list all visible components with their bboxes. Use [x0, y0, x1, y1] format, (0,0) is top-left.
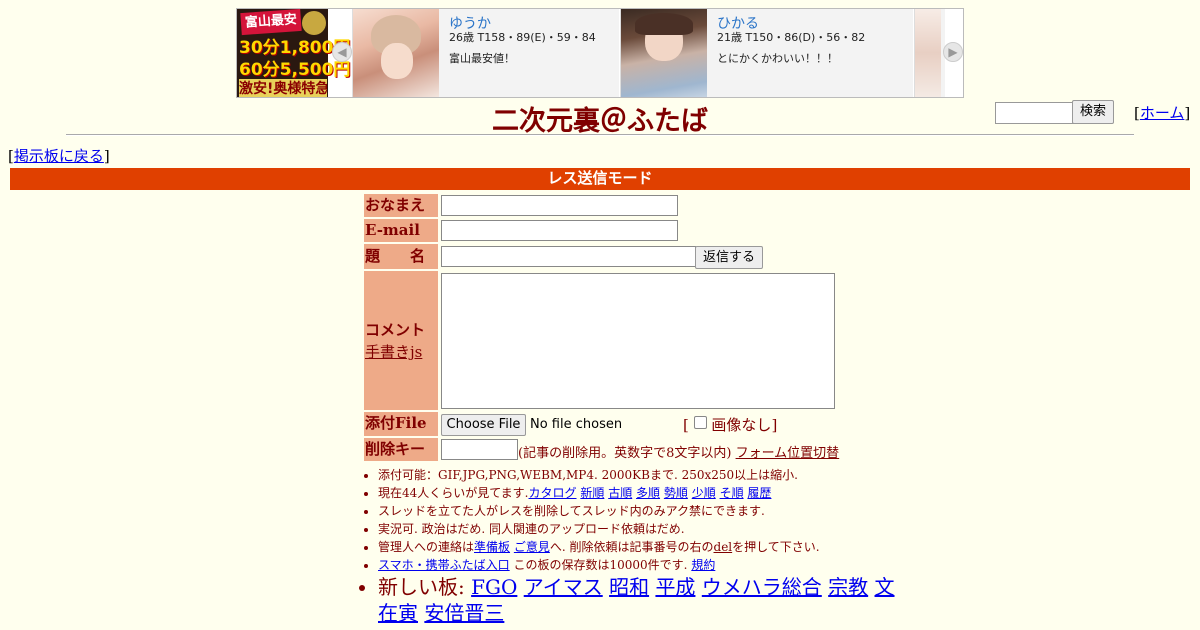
rule-text: 添付可能：GIF,JPG,PNG,WEBM,MP4. 2000KBまで. 250…: [378, 468, 798, 482]
bracket-open: [: [683, 416, 689, 434]
viewer-count-text: 現在44人くらいが見てます.: [378, 486, 529, 500]
list-item: スマホ・携帯ふたば入口 この板の保存数は10000件です. 規約: [378, 556, 898, 574]
delete-key-note-line: (記事の削除用。英数字で8文字以内) フォーム位置切替: [518, 442, 839, 461]
subject-field[interactable]: [441, 246, 696, 267]
ad-card-stats: 26歳 T158・89(E)・59・84: [449, 31, 596, 44]
ad-card-message: とにかくかわいい！！！: [717, 52, 838, 65]
ad-card[interactable]: ゆうか 26歳 T158・89(E)・59・84 富山最安値！: [352, 9, 619, 97]
no-image-wrapper: [ 画像なし]: [683, 414, 777, 435]
board-link-abe[interactable]: 安倍晋三: [424, 601, 504, 625]
sort-momentum-link[interactable]: 勢順: [664, 486, 688, 500]
bracket-close: ]: [103, 147, 110, 165]
email-field[interactable]: [441, 220, 678, 241]
mobile-entrance-link[interactable]: スマホ・携帯ふたば入口: [378, 558, 510, 572]
rule-text: へ. 削除依頼は記事番号の右の: [549, 540, 714, 554]
name-label: おなまえ: [364, 194, 438, 217]
no-image-checkbox[interactable]: [693, 416, 707, 429]
feedback-link[interactable]: ご意見: [514, 540, 550, 554]
rule-text: 管理人への連絡は: [378, 540, 475, 554]
comment-label: コメント: [365, 321, 426, 339]
ad-banner[interactable]: 富山最安 30分1,800円 60分5,500円 激安!奥様特急 ◀ ゆうか 2…: [236, 8, 964, 98]
ad-card-stats: 21歳 T150・86(D)・56・82: [717, 31, 866, 44]
sort-few-link[interactable]: 少順: [692, 486, 716, 500]
ad-badge-icon: [302, 11, 326, 35]
choose-file-button[interactable]: Choose File: [441, 414, 526, 436]
list-item: 新しい板: FGO アイマス 昭和 平成 ウメハラ総合 宗教 文在寅 安倍晋三: [378, 574, 898, 626]
bracket-close: ]: [771, 416, 778, 434]
board-link-heisei[interactable]: 平成: [655, 575, 695, 599]
list-item: 管理人への連絡は準備板 ご意見へ. 削除依頼は記事番号の右のdelを押して下さい…: [378, 538, 898, 556]
email-label: E-mail: [364, 219, 438, 242]
divider: [66, 134, 1134, 136]
delete-key-label: 削除キー: [364, 438, 438, 461]
submit-button[interactable]: 返信する: [695, 246, 763, 269]
back-to-board-link[interactable]: 掲示板に戻る: [14, 147, 104, 165]
tegaki-link[interactable]: 手書きjs: [365, 341, 422, 362]
board-link-imas[interactable]: アイマス: [524, 575, 603, 599]
ad-next-arrow-icon[interactable]: ▶: [943, 42, 963, 62]
ad-photo: [621, 9, 707, 97]
list-item: 現在44人くらいが見てます.カタログ 新順 古順 多順 勢順 少順 そ順 履歴: [378, 484, 898, 502]
catalog-link[interactable]: カタログ: [529, 486, 577, 500]
ad-photo: [353, 9, 439, 97]
ad-brand-line3: 60分5,500円: [239, 60, 351, 80]
name-field[interactable]: [441, 195, 678, 216]
delete-key-note: (記事の削除用。英数字で8文字以内): [518, 446, 732, 461]
ad-prev-arrow-icon[interactable]: ◀: [332, 42, 352, 62]
file-status: No file chosen: [530, 417, 623, 432]
board-link-religion[interactable]: 宗教: [828, 575, 868, 599]
file-label: 添付File: [364, 412, 438, 436]
reply-mode-bar: レス送信モード: [10, 168, 1190, 190]
list-item: 添付可能：GIF,JPG,PNG,WEBM,MP4. 2000KBまで. 250…: [378, 466, 898, 484]
no-image-label[interactable]: 画像なし: [711, 416, 771, 434]
sort-old-link[interactable]: 古順: [608, 486, 632, 500]
ad-card-partial[interactable]: [914, 9, 945, 97]
ad-brand-line1: 富山最安: [240, 9, 302, 36]
bracket-close: ]: [1184, 104, 1191, 122]
board-link-fgo[interactable]: FGO: [471, 575, 517, 599]
ad-brand-line4: 激安!奥様特急: [239, 79, 327, 97]
back-link-wrapper: [掲示板に戻る]: [8, 145, 110, 166]
comment-label-cell: コメント 手書きjs: [364, 271, 438, 410]
rule-text: スレッドを立てた人がレスを削除してスレッド内のみアク禁にできます.: [378, 504, 765, 518]
list-item: 実況可. 政治はだめ. 同人関連のアップロード依頼はだめ.: [378, 520, 898, 538]
sort-many-link[interactable]: 多順: [636, 486, 660, 500]
ad-brand-image[interactable]: 富山最安 30分1,800円 60分5,500円 激安!奥様特急: [237, 9, 351, 97]
ad-card[interactable]: ひかる 21歳 T150・86(D)・56・82 とにかくかわいい！！！: [620, 9, 913, 97]
rule-text: 実況可. 政治はだめ. 同人関連のアップロード依頼はだめ.: [378, 522, 685, 536]
del-link[interactable]: del: [714, 540, 733, 554]
ad-card-message: 富山最安値！: [449, 52, 515, 65]
rule-text: を押して下さい.: [732, 540, 820, 554]
sort-new-link[interactable]: 新順: [580, 486, 604, 500]
board-link-umehara[interactable]: ウメハラ総合: [702, 575, 822, 599]
board-link-showa[interactable]: 昭和: [609, 575, 649, 599]
search-input[interactable]: [995, 102, 1078, 124]
delete-key-field[interactable]: [441, 439, 518, 460]
home-link[interactable]: ホーム: [1140, 104, 1185, 122]
subject-label: 題 名: [364, 244, 438, 269]
rules-list: 添付可能：GIF,JPG,PNG,WEBM,MP4. 2000KBまで. 250…: [364, 466, 898, 626]
home-link-wrapper: [ホーム]: [1134, 102, 1190, 123]
new-boards-label: 新しい板:: [378, 575, 465, 599]
rule-text: この板の保存数は10000件です.: [513, 558, 688, 572]
form-position-toggle-link[interactable]: フォーム位置切替: [736, 446, 840, 461]
junbi-board-link[interactable]: 準備板: [474, 540, 510, 554]
search-button[interactable]: 検索: [1072, 100, 1114, 124]
comment-textarea[interactable]: [441, 273, 835, 409]
terms-link[interactable]: 規約: [691, 558, 715, 572]
sort-so-link[interactable]: そ順: [720, 486, 744, 500]
history-link[interactable]: 履歴: [747, 486, 771, 500]
list-item: スレッドを立てた人がレスを削除してスレッド内のみアク禁にできます.: [378, 502, 898, 520]
